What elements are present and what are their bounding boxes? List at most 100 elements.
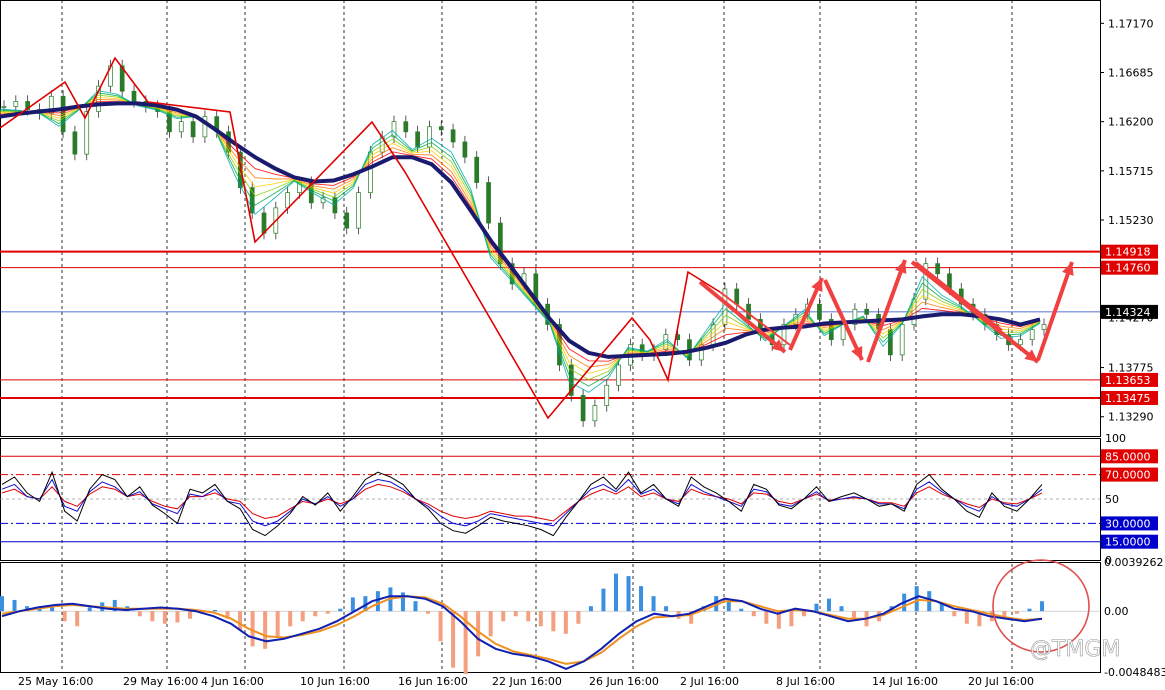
macd-histogram-bar: [0, 596, 4, 612]
macd-histogram-bar: [62, 611, 67, 622]
candle-body: [1018, 339, 1023, 346]
x-tick-label: 16 Jun 16:00: [398, 675, 468, 688]
y-tick-label: 1.15715: [1108, 165, 1154, 178]
oscillator-tick-label: 50: [1105, 493, 1119, 506]
candle-body: [1041, 324, 1047, 330]
macd-histogram-bar: [789, 611, 794, 627]
macd-histogram-bar: [563, 611, 568, 634]
macd-histogram-bar: [75, 611, 80, 627]
price-level-label: 1.14760: [1105, 262, 1151, 275]
x-tick-label: 4 Jun 16:00: [201, 675, 264, 688]
candle-body: [178, 121, 184, 133]
candle-body: [285, 192, 290, 209]
macd-histogram-bar: [576, 611, 581, 624]
candle-body: [1, 106, 7, 108]
x-tick-label: 20 Jul 16:00: [968, 675, 1034, 688]
oscillator-level-label: 70.0000: [1105, 469, 1151, 482]
zigzag-extension: [915, 261, 1003, 331]
candle-body: [580, 395, 586, 422]
candle-body: [734, 288, 740, 305]
macd-histogram-bar: [964, 611, 969, 624]
panel-frame: [0, 0, 1101, 437]
macd-histogram-bar: [50, 607, 55, 612]
macd-histogram-bar: [413, 601, 418, 612]
x-tick-label: 10 Jun 16:00: [300, 675, 370, 688]
x-tick-label: 26 Jun 16:00: [589, 675, 659, 688]
macd-histogram-bar: [751, 611, 756, 617]
macd-histogram-bar: [513, 611, 518, 617]
macd-histogram-bar: [801, 611, 806, 617]
y-tick-label: 1.16685: [1108, 66, 1154, 79]
y-tick-label: 1.13290: [1108, 411, 1154, 424]
macd-histogram-bar: [664, 606, 669, 612]
macd-histogram-bar: [238, 611, 243, 631]
macd-histogram-bar: [476, 611, 481, 657]
price-level-label: 1.13653: [1105, 374, 1151, 387]
macd-histogram-bar: [639, 586, 644, 612]
candle-body: [616, 364, 621, 386]
macd-histogram-bar: [501, 611, 506, 622]
macd-histogram-bar: [438, 611, 443, 642]
macd-histogram-bar: [538, 611, 543, 627]
macd-histogram-bar: [726, 601, 731, 612]
candle-body: [72, 131, 78, 155]
x-tick-label: 2 Jul 16:00: [680, 675, 739, 688]
candle-body: [13, 101, 19, 107]
macd-histogram-bar: [313, 611, 318, 617]
current-price-label: 1.14324: [1105, 306, 1151, 319]
macd-histogram-bar: [12, 599, 17, 612]
candle-body: [462, 141, 468, 158]
macd-histogram-bar: [852, 611, 857, 619]
macd-histogram-bar: [150, 611, 155, 622]
candle-body: [864, 308, 870, 315]
candle-body: [344, 212, 350, 229]
projection-arrow: [1036, 261, 1074, 361]
macd-histogram-bar: [162, 611, 167, 624]
macd-tick-label: 0.00: [1104, 605, 1129, 618]
macd-histogram-bar: [350, 597, 355, 612]
macd-tick-label: -0.0048483: [1104, 666, 1165, 679]
x-tick-label: 14 Jul 16:00: [872, 675, 938, 688]
projection-arrowhead: [1062, 262, 1074, 276]
y-tick-label: 1.15230: [1108, 214, 1154, 227]
candle-body: [450, 129, 456, 143]
projection-arrow: [866, 259, 907, 363]
macd-histogram-bar: [588, 606, 593, 612]
ma-ribbon-line: [0, 99, 1041, 368]
macd-histogram-bar: [601, 588, 606, 612]
candle-body: [1029, 329, 1035, 341]
macd-histogram-bar: [175, 611, 180, 623]
candle-body: [474, 156, 480, 183]
macd-histogram-bar: [739, 608, 744, 612]
candle-body: [486, 182, 491, 224]
price-level-label: 1.14918: [1105, 246, 1151, 259]
macd-histogram-bar: [288, 611, 293, 627]
macd-histogram-bar: [338, 608, 343, 612]
macd-histogram-bar: [1040, 601, 1044, 612]
candle-body: [131, 90, 137, 102]
macd-histogram-bar: [263, 611, 268, 649]
chart-canvas: 25 May 16:00 29 May 16:00 4 Jun 16:00 10 Ju…: [0, 0, 1165, 688]
macd-histogram-bar: [1027, 608, 1032, 612]
macd-histogram-bar: [275, 611, 280, 637]
macd-histogram-bar: [488, 611, 493, 637]
ma-ribbon-line: [0, 90, 1041, 393]
oscillator-tick-label: 100: [1105, 432, 1126, 445]
macd-histogram-bar: [325, 611, 330, 614]
x-tick-label: 25 May 16:00: [18, 675, 93, 688]
candle-body: [190, 121, 196, 138]
zigzag-extension: [719, 291, 791, 346]
macd-histogram-bar: [1002, 611, 1007, 617]
x-tick-label: 8 Jul 16:00: [776, 675, 835, 688]
candle-body: [604, 384, 610, 406]
candle-body: [403, 121, 409, 133]
macd-histogram-bar: [87, 607, 92, 612]
candle-body: [415, 131, 420, 148]
candle-body: [356, 192, 361, 229]
candle-body: [899, 324, 905, 356]
macd-histogram-bar: [551, 611, 556, 632]
macd-tick-label: 0.0039262: [1104, 556, 1164, 569]
ma-ribbon-line: [0, 94, 1041, 381]
candle-body: [935, 263, 940, 275]
macd-histogram-bar: [952, 611, 957, 617]
